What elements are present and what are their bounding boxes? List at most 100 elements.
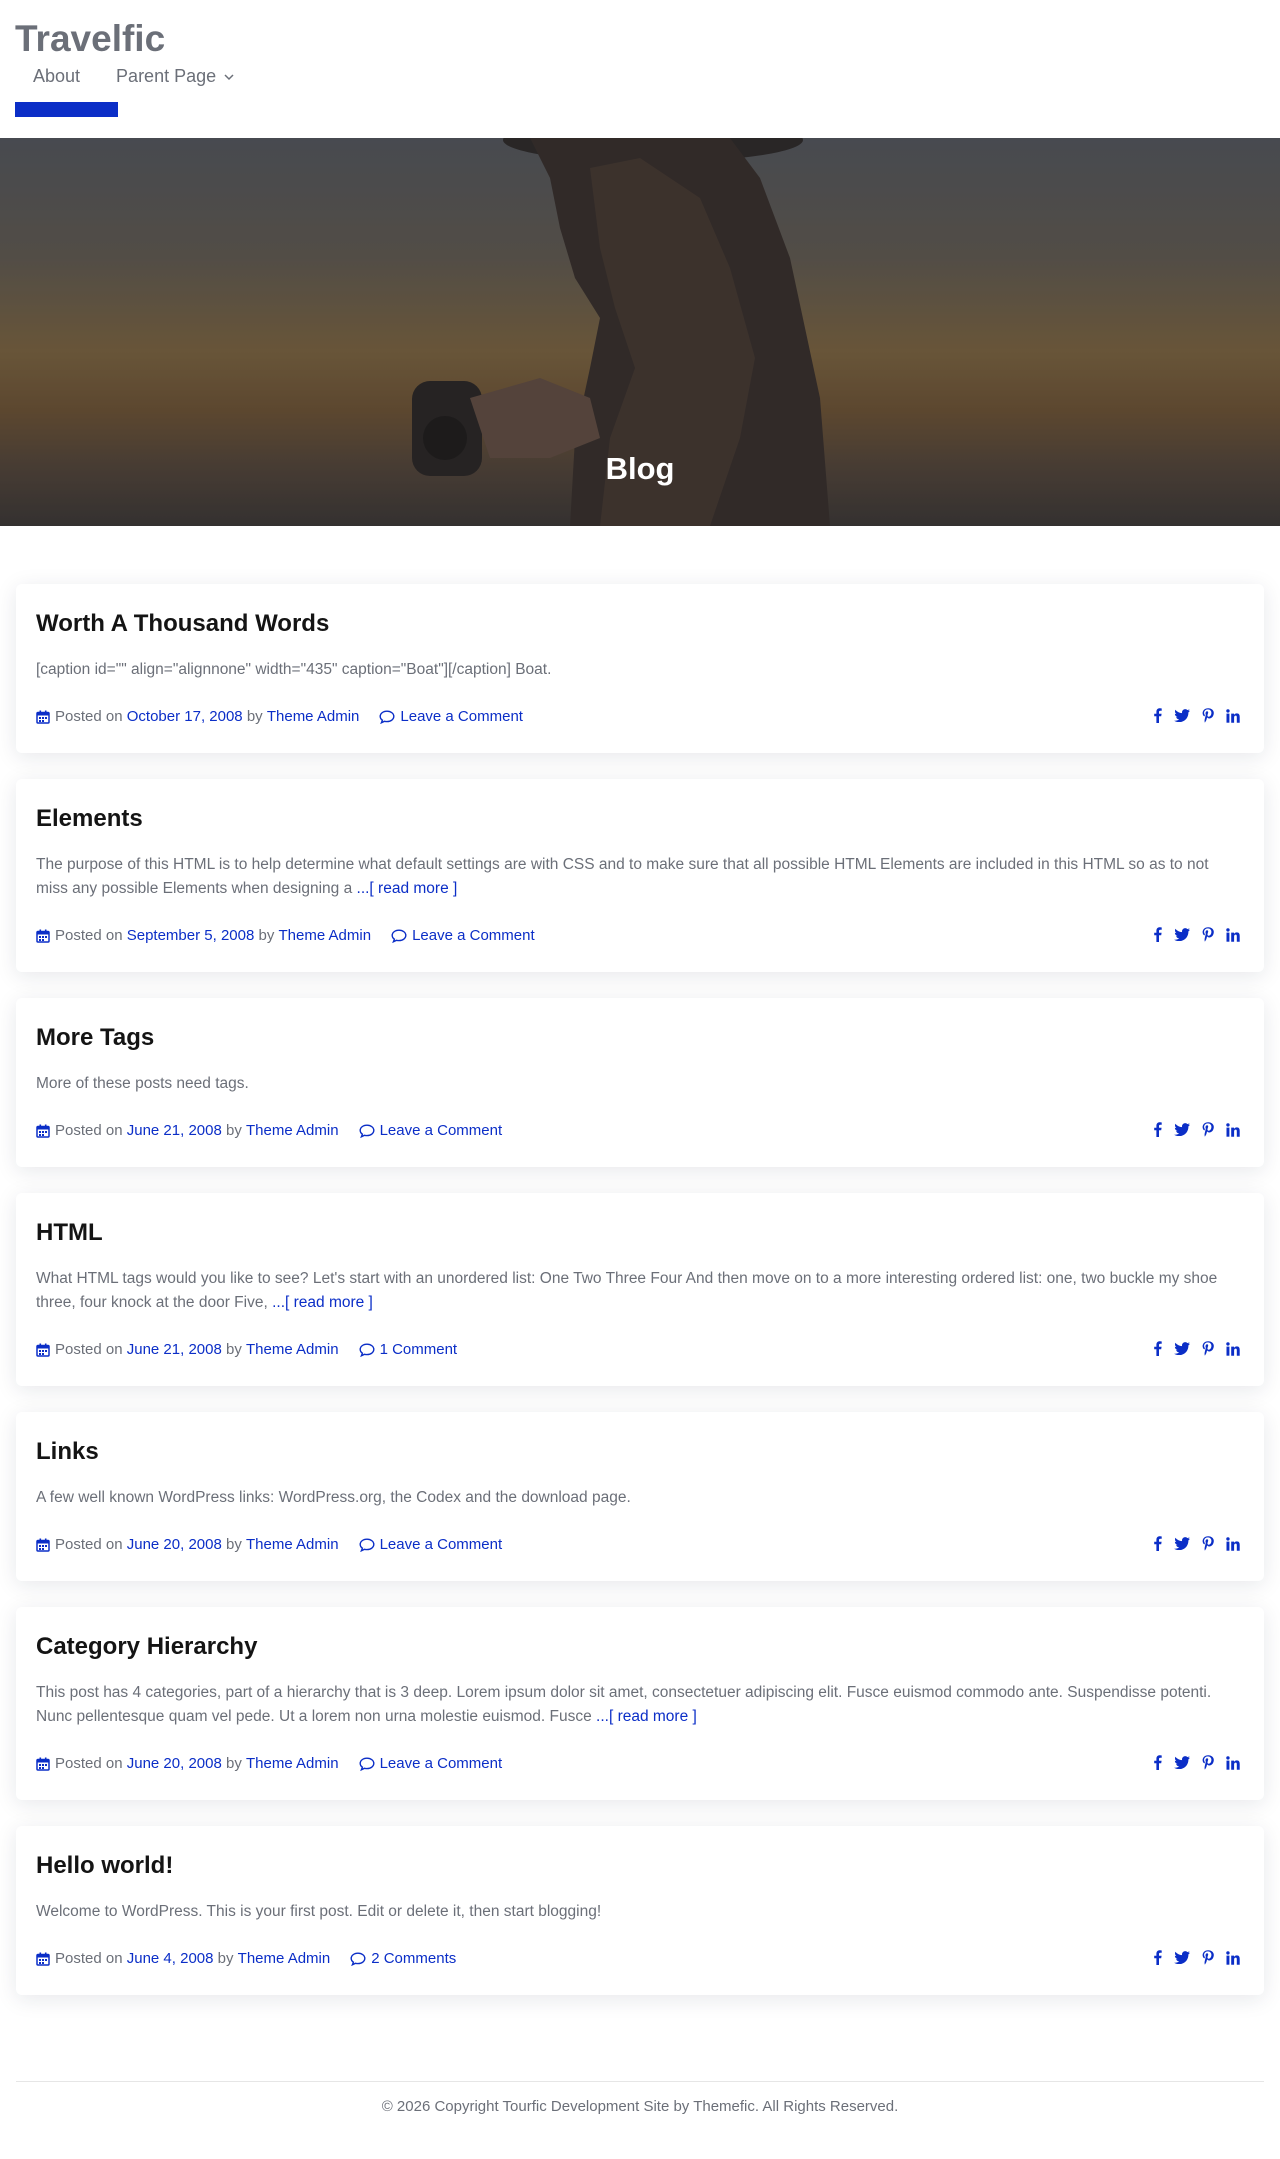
read-more-link[interactable]: ...[ read more ] (357, 880, 458, 897)
nav-item-parent-page[interactable]: Parent Page (98, 66, 252, 87)
by-label: by (226, 1755, 242, 1772)
nav-active-indicator (15, 102, 118, 117)
comments-link[interactable]: Leave a Comment (380, 1536, 503, 1553)
linkedin-icon[interactable] (1226, 1950, 1240, 1965)
posted-on-label: Posted on (55, 708, 123, 725)
post-author-link[interactable]: Theme Admin (246, 1536, 339, 1553)
share-links (1153, 1341, 1240, 1356)
posted-on-label: Posted on (55, 1755, 123, 1772)
linkedin-icon[interactable] (1226, 927, 1240, 942)
comments-link[interactable]: Leave a Comment (400, 708, 523, 725)
post-excerpt: The purpose of this HTML is to help dete… (36, 853, 1244, 901)
post-author-link[interactable]: Theme Admin (246, 1755, 339, 1772)
facebook-icon[interactable] (1153, 927, 1162, 942)
linkedin-icon[interactable] (1226, 1755, 1240, 1770)
comments-link[interactable]: 2 Comments (371, 1950, 456, 1967)
facebook-icon[interactable] (1153, 708, 1162, 723)
pinterest-icon[interactable] (1202, 1341, 1214, 1356)
post-title[interactable]: Elements (36, 805, 1244, 833)
post-title[interactable]: Hello world! (36, 1852, 1244, 1880)
comments-link[interactable]: Leave a Comment (412, 927, 535, 944)
read-more-link[interactable]: ...[ read more ] (596, 1708, 697, 1725)
site-title[interactable]: Travelfic (15, 18, 165, 60)
share-links (1153, 1950, 1240, 1965)
comment-icon (379, 709, 395, 724)
twitter-icon[interactable] (1174, 1537, 1190, 1550)
post-card: Links A few well known WordPress links: … (16, 1412, 1264, 1581)
post-date-link[interactable]: June 21, 2008 (127, 1341, 222, 1358)
linkedin-icon[interactable] (1226, 1122, 1240, 1137)
hero-banner: Blog (0, 138, 1280, 526)
post-meta: Posted on June 4, 2008 by Theme Admin 2 … (36, 1950, 1244, 1967)
calendar-icon (36, 710, 50, 724)
post-title[interactable]: Worth A Thousand Words (36, 610, 1244, 638)
post-card: Elements The purpose of this HTML is to … (16, 779, 1264, 972)
share-links (1153, 1122, 1240, 1137)
pinterest-icon[interactable] (1202, 927, 1214, 942)
post-excerpt-text: The purpose of this HTML is to help dete… (36, 856, 1209, 897)
read-more-link[interactable]: ...[ read more ] (272, 1294, 373, 1311)
post-date-link[interactable]: September 5, 2008 (127, 927, 255, 944)
post-card: HTML What HTML tags would you like to se… (16, 1193, 1264, 1386)
comment-icon (359, 1537, 375, 1552)
post-excerpt-text: [caption id="" align="alignnone" width="… (36, 661, 552, 678)
post-title[interactable]: HTML (36, 1219, 1244, 1247)
facebook-icon[interactable] (1153, 1950, 1162, 1965)
pinterest-icon[interactable] (1202, 1950, 1214, 1965)
facebook-icon[interactable] (1153, 1122, 1162, 1137)
linkedin-icon[interactable] (1226, 708, 1240, 723)
post-date-link[interactable]: June 20, 2008 (127, 1536, 222, 1553)
post-title[interactable]: Links (36, 1438, 1244, 1466)
post-date-link[interactable]: October 17, 2008 (127, 708, 243, 725)
post-title[interactable]: More Tags (36, 1024, 1244, 1052)
pinterest-icon[interactable] (1202, 708, 1214, 723)
posted-on-label: Posted on (55, 1341, 123, 1358)
by-label: by (246, 708, 263, 725)
calendar-icon (36, 1757, 50, 1771)
twitter-icon[interactable] (1174, 709, 1190, 722)
post-author-link[interactable]: Theme Admin (246, 1341, 339, 1358)
calendar-icon (36, 1538, 50, 1552)
post-date-link[interactable]: June 21, 2008 (127, 1122, 222, 1139)
facebook-icon[interactable] (1153, 1755, 1162, 1770)
linkedin-icon[interactable] (1226, 1341, 1240, 1356)
twitter-icon[interactable] (1174, 1951, 1190, 1964)
site-footer: © 2026 Copyright Tourfic Development Sit… (16, 2081, 1264, 2137)
pinterest-icon[interactable] (1202, 1122, 1214, 1137)
by-label: by (258, 927, 275, 944)
comments-link[interactable]: Leave a Comment (380, 1755, 503, 1772)
twitter-icon[interactable] (1174, 928, 1190, 941)
facebook-icon[interactable] (1153, 1536, 1162, 1551)
calendar-icon (36, 1124, 50, 1138)
facebook-icon[interactable] (1153, 1341, 1162, 1356)
post-excerpt: More of these posts need tags. (36, 1072, 1244, 1096)
nav-item-about[interactable]: About (15, 66, 98, 87)
posted-on-label: Posted on (55, 927, 123, 944)
twitter-icon[interactable] (1174, 1123, 1190, 1136)
post-author-link[interactable]: Theme Admin (279, 927, 372, 944)
by-label: by (226, 1341, 242, 1358)
chevron-down-icon (224, 70, 234, 84)
twitter-icon[interactable] (1174, 1342, 1190, 1355)
twitter-icon[interactable] (1174, 1756, 1190, 1769)
posted-on-label: Posted on (55, 1536, 123, 1553)
share-links (1153, 1536, 1240, 1551)
post-author-link[interactable]: Theme Admin (246, 1122, 339, 1139)
comment-icon (359, 1342, 375, 1357)
post-meta: Posted on June 20, 2008 by Theme Admin L… (36, 1755, 1244, 1772)
by-label: by (217, 1950, 234, 1967)
comment-icon (391, 928, 407, 943)
post-author-link[interactable]: Theme Admin (267, 708, 360, 725)
comments-link[interactable]: 1 Comment (380, 1341, 458, 1358)
posted-on-label: Posted on (55, 1122, 123, 1139)
pinterest-icon[interactable] (1202, 1536, 1214, 1551)
post-excerpt-text: More of these posts need tags. (36, 1075, 249, 1092)
post-author-link[interactable]: Theme Admin (238, 1950, 331, 1967)
post-date-link[interactable]: June 20, 2008 (127, 1755, 222, 1772)
comments-link[interactable]: Leave a Comment (380, 1122, 503, 1139)
pinterest-icon[interactable] (1202, 1755, 1214, 1770)
post-date-link[interactable]: June 4, 2008 (127, 1950, 214, 1967)
post-title[interactable]: Category Hierarchy (36, 1633, 1244, 1661)
linkedin-icon[interactable] (1226, 1536, 1240, 1551)
post-meta: Posted on June 20, 2008 by Theme Admin L… (36, 1536, 1244, 1553)
